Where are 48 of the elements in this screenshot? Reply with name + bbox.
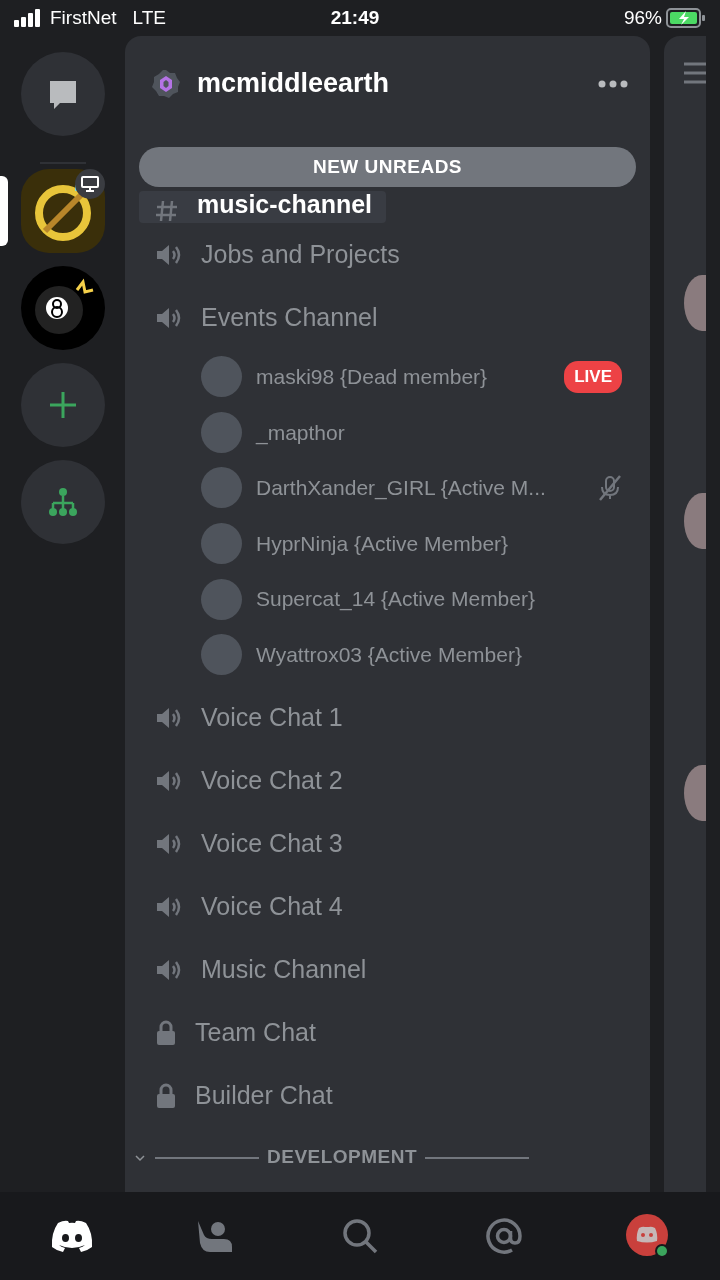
search-icon [341,1217,379,1255]
more-options-icon[interactable] [598,79,628,88]
battery-percent: 96% [623,5,662,30]
voice-member-item[interactable]: maski98 {Dead member} LIVE [125,349,650,405]
server-name: mcmiddleearth [197,67,391,101]
channel-item[interactable]: Builder Chat [125,1064,650,1128]
channel-item[interactable]: Jobs and Projects [125,223,650,286]
channel-item[interactable]: Events Channel [125,286,650,349]
plus-icon [47,390,78,420]
hierarchy-icon [47,487,78,517]
voice-member-item[interactable]: Supercat_14 {Active Member} [125,571,650,627]
channel-item[interactable]: Team Chat [125,1001,650,1065]
avatar-placeholder [201,578,242,620]
channel-item[interactable]: Voice Chat 3 [125,812,650,876]
battery-charging-icon [666,8,706,28]
channel-item[interactable]: Voice Chat 1 [125,686,650,750]
avatar-placeholder [201,411,242,453]
avatar-placeholder [201,634,242,676]
channel-item[interactable]: Voice Chat 4 [125,875,650,939]
desktop-icon [80,176,99,192]
voice-member-item[interactable]: Wyattrox03 {Active Member} [125,626,650,683]
at-sign-icon [485,1217,523,1255]
new-unreads-button[interactable]: NEW UNREADS [139,147,636,187]
chevron-icon[interactable] [133,1152,147,1163]
server-badge-icon [151,68,181,99]
discord-logo-icon [50,1219,94,1253]
carrier-name: FirstNet [50,5,117,30]
channel-item[interactable]: Voice Chat 2 [125,749,650,813]
clock-time: 21:49 [330,6,380,28]
avatar-placeholder [201,467,242,509]
lock-icon [155,1020,177,1047]
signal-icon [14,9,42,27]
menu-icon[interactable] [684,60,706,85]
category-header[interactable]: DEVELOPMENT [267,1143,418,1172]
server-icon[interactable] [20,169,105,253]
avatar-placeholder [201,356,242,398]
voice-member-item[interactable]: _mapthor [125,404,650,461]
lock-icon [155,1083,177,1110]
hash-icon [155,199,179,223]
network-type: LTE [132,5,166,30]
live-badge: LIVE [564,361,622,393]
voice-member-item[interactable]: DarthXander_GIRL {Active M... [125,460,650,516]
selected-indicator [0,176,8,246]
channel-item[interactable]: Music Channel [125,938,650,1002]
avatar-placeholder [201,523,242,565]
user-avatar-icon [625,1213,671,1259]
voice-member-item[interactable]: HyprNinja {Active Member} [125,515,650,572]
channel-item[interactable]: music-channel [139,191,387,223]
